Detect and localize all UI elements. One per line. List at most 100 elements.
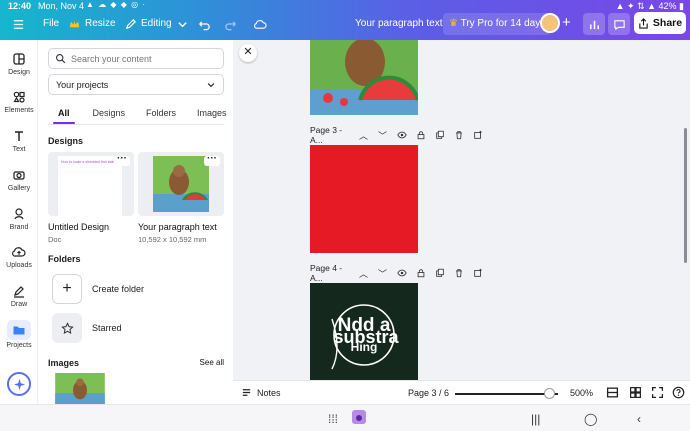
camera-icon: [13, 171, 25, 180]
tabs-divider: [48, 124, 224, 125]
rail-item-gallery[interactable]: Gallery: [0, 168, 38, 192]
insights-button[interactable]: [583, 13, 605, 35]
chevron-down-icon: [177, 21, 187, 27]
top-toolbar: 12:40 Mon, Nov 4 ▲ ☁ ◆ ◆ ◎ · ▲ ✦ ⇅ ▲ 42%…: [0, 0, 690, 40]
tab-folders[interactable]: Folders: [146, 106, 176, 124]
tab-label: All: [58, 108, 70, 118]
design-thumb-untitled[interactable]: How to make a shredded fruit table? ···: [48, 152, 134, 216]
rail-item-projects[interactable]: Projects: [0, 320, 38, 349]
battery-level: 42%: [658, 1, 677, 11]
hamburger-menu-button[interactable]: [12, 14, 25, 34]
app-drawer-icon[interactable]: ⁞⁞⁞: [328, 412, 338, 426]
add-page-icon[interactable]: [468, 268, 487, 278]
doc-page-preview: How to make a shredded fruit table?: [58, 156, 122, 216]
redo-icon: [225, 20, 236, 30]
rail-item-design[interactable]: Design: [0, 52, 38, 76]
chevron-down-icon: [207, 82, 215, 87]
page-3-canvas[interactable]: [310, 145, 418, 253]
notes-button[interactable]: Notes: [241, 387, 281, 398]
see-all-link[interactable]: See all: [200, 358, 224, 367]
rail-item-elements[interactable]: Elements: [0, 90, 38, 114]
starred-label: Starred: [92, 323, 122, 333]
chevron-down-icon[interactable]: ﹀: [373, 129, 392, 142]
share-button[interactable]: Share: [634, 12, 686, 34]
image-thumb[interactable]: [48, 373, 112, 404]
try-pro-button[interactable]: ♛ Try Pro for 14 days: [443, 13, 552, 35]
starred-folder[interactable]: Starred: [52, 313, 122, 343]
design-subtitle: Doc: [48, 235, 62, 244]
search-input[interactable]: [71, 53, 221, 64]
create-folder-button[interactable]: + Create folder: [52, 274, 144, 304]
rail-label: Draw: [10, 301, 28, 308]
close-panel-button[interactable]: ✕: [239, 44, 257, 62]
more-options-button[interactable]: ···: [114, 154, 130, 166]
pages-grid-icon[interactable]: [629, 386, 642, 399]
comments-button[interactable]: [608, 13, 630, 35]
cloud-save-button[interactable]: [254, 14, 267, 34]
rail-item-brand[interactable]: Brand: [0, 207, 38, 231]
rail-item-uploads[interactable]: Uploads: [0, 245, 38, 269]
share-icon: [639, 17, 648, 29]
tab-label: Folders: [146, 108, 177, 118]
canvas-area: ✕ Page 3 - A... ︿ ﹀ Page 4 - A... ︿ ﹀ Nd: [233, 40, 690, 404]
tab-images[interactable]: Images: [197, 106, 227, 124]
shapes-icon: [13, 91, 25, 103]
design-title[interactable]: Untitled Design: [48, 222, 109, 232]
text-icon: [15, 131, 23, 141]
more-options-button[interactable]: ···: [204, 154, 220, 166]
canva-app-icon[interactable]: [352, 410, 366, 427]
avatar[interactable]: [540, 13, 560, 33]
status-date: Mon, Nov 4: [38, 1, 85, 11]
rail-item-text[interactable]: Text: [0, 129, 38, 153]
trash-icon[interactable]: [449, 130, 468, 140]
design-thumb-paragraph[interactable]: ···: [138, 152, 224, 216]
eye-icon[interactable]: [392, 268, 411, 278]
tab-all[interactable]: All: [53, 106, 74, 124]
back-button[interactable]: ‹: [637, 412, 641, 426]
canvas-scrollbar[interactable]: [684, 128, 687, 263]
page-indicator[interactable]: Page 3 / 6: [408, 388, 449, 398]
magic-assistant-button[interactable]: [7, 372, 31, 396]
fullscreen-icon[interactable]: [651, 386, 664, 399]
zoom-slider-handle[interactable]: [544, 388, 556, 399]
duplicate-icon[interactable]: [430, 130, 449, 140]
rail-label: Text: [12, 146, 26, 153]
editing-label: Editing: [141, 18, 172, 29]
bar-chart-icon: [589, 20, 599, 29]
zoom-level[interactable]: 500%: [570, 388, 593, 398]
undo-button[interactable]: [198, 14, 211, 34]
search-box[interactable]: [48, 48, 224, 69]
file-menu-button[interactable]: File: [43, 14, 59, 34]
document-title-text: Your paragraph text: [355, 18, 443, 29]
tab-designs[interactable]: Designs: [93, 106, 126, 124]
document-title[interactable]: Your paragraph text: [355, 14, 442, 34]
recents-button[interactable]: |||: [531, 412, 540, 426]
eye-icon[interactable]: [392, 130, 411, 140]
page-2-canvas[interactable]: [310, 40, 418, 115]
grid-view-icon[interactable]: [606, 386, 619, 399]
add-page-icon[interactable]: [468, 130, 487, 140]
page-4-label[interactable]: Page 4 - A...: [310, 263, 354, 283]
chevron-up-icon[interactable]: ︿: [354, 129, 373, 142]
home-button[interactable]: ◯: [584, 412, 597, 426]
chevron-down-icon[interactable]: ﹀: [373, 267, 392, 280]
lock-icon[interactable]: [411, 268, 430, 278]
design-title[interactable]: Your paragraph text: [138, 222, 217, 232]
trash-icon[interactable]: [449, 268, 468, 278]
chevron-up-icon[interactable]: ︿: [354, 267, 373, 280]
crown-icon: [69, 20, 80, 27]
redo-button[interactable]: [224, 14, 237, 34]
duplicate-icon[interactable]: [430, 268, 449, 278]
plus-icon: +: [52, 274, 82, 304]
add-collaborator-button[interactable]: +: [562, 13, 571, 33]
projects-scope-select[interactable]: Your projects: [48, 74, 224, 95]
editing-mode-button[interactable]: Editing: [124, 14, 189, 34]
lock-icon[interactable]: [411, 130, 430, 140]
zoom-slider[interactable]: [455, 393, 558, 395]
resize-button[interactable]: Resize: [68, 14, 116, 34]
page-4-canvas[interactable]: Ndd a substra Hing: [310, 283, 418, 383]
notes-label: Notes: [257, 387, 281, 398]
rail-item-draw[interactable]: Draw: [0, 284, 38, 308]
page-3-label[interactable]: Page 3 - A...: [310, 125, 354, 145]
help-icon[interactable]: [672, 386, 685, 399]
